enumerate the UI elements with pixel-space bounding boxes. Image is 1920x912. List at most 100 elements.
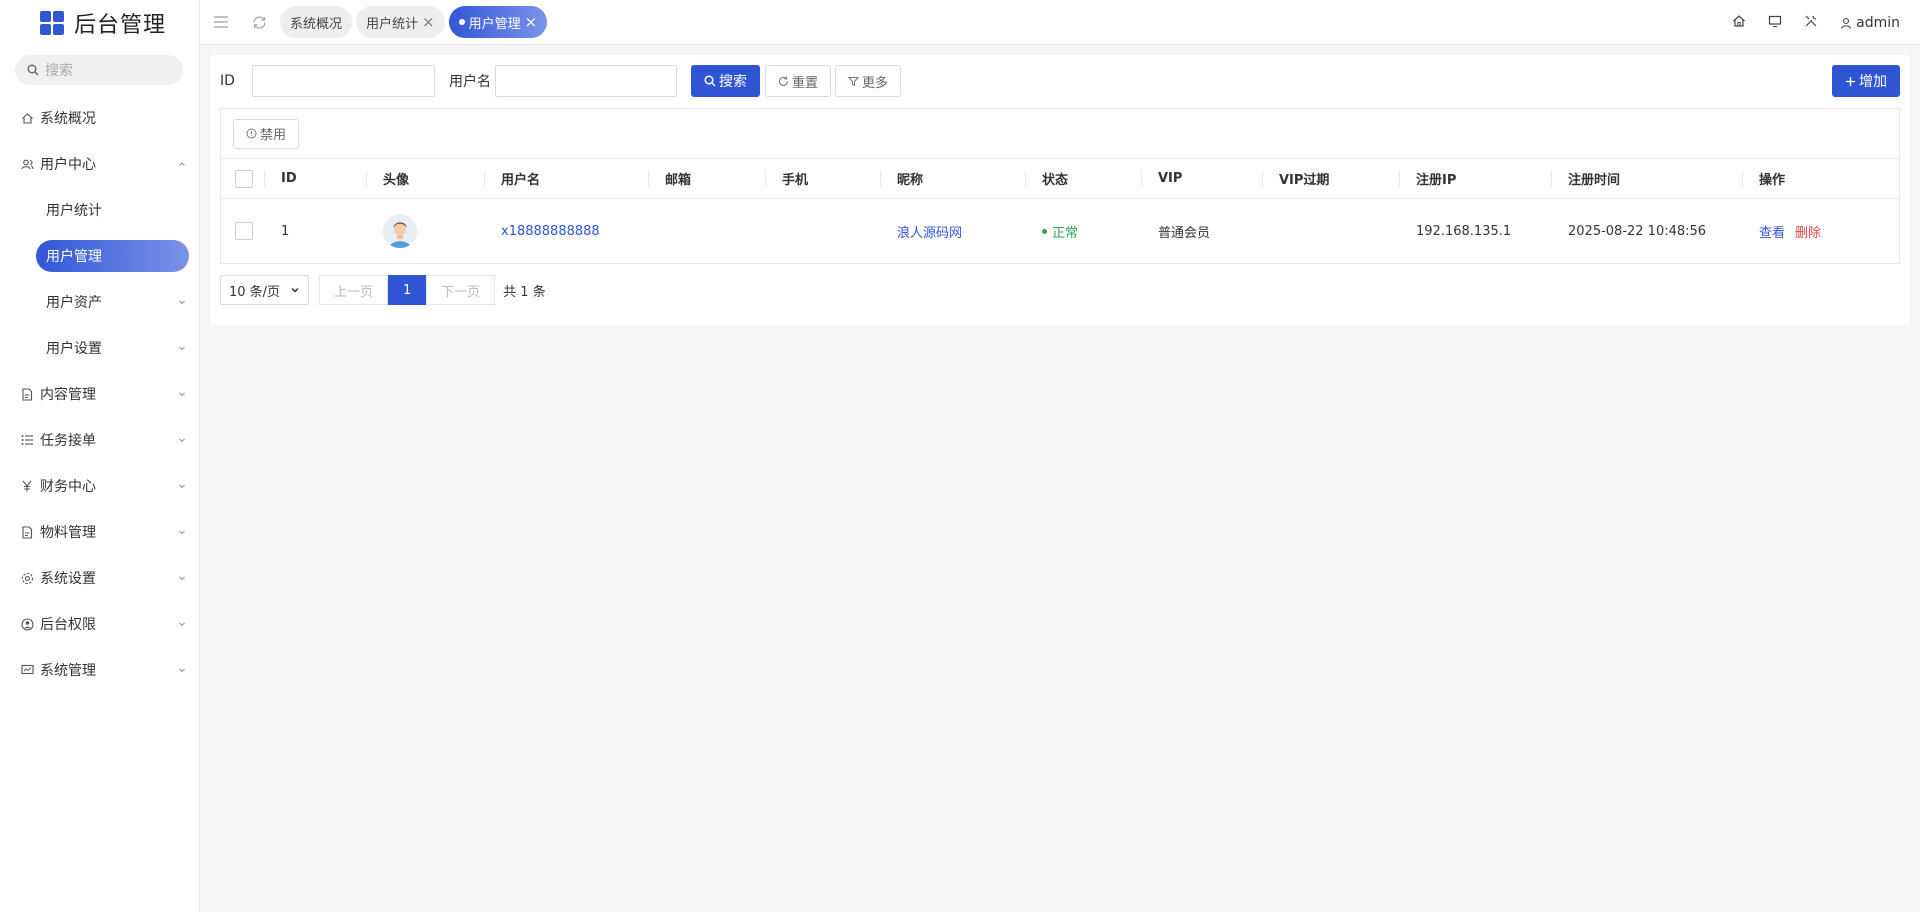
tab-user-stats[interactable]: 用户统计 × xyxy=(356,6,445,38)
sidebar-item-overview[interactable]: 系统概况 xyxy=(0,95,199,141)
top-right-actions: admin xyxy=(1732,0,1900,45)
more-filters-button[interactable]: 更多 xyxy=(835,65,902,97)
user-circle-icon xyxy=(20,617,34,631)
page-number-current[interactable]: 1 xyxy=(388,275,427,305)
gear-icon xyxy=(20,571,34,585)
yen-icon xyxy=(20,479,34,493)
sidebar-item-label: 系统设置 xyxy=(40,571,96,587)
pagination: 10 条/页 上一页 1 下一页 共 1 条 xyxy=(220,275,546,305)
sidebar-item-system-management[interactable]: 系统管理 xyxy=(0,647,199,693)
column-header[interactable]: ID xyxy=(265,159,367,198)
id-label: ID xyxy=(220,73,235,89)
sidebar-item-label: 用户资产 xyxy=(46,295,102,311)
tab-label: 用户统计 xyxy=(366,16,419,32)
reset-button-label: 重置 xyxy=(792,75,819,91)
prev-page-button[interactable]: 上一页 xyxy=(319,275,389,305)
disable-button[interactable]: 禁用 xyxy=(233,118,300,149)
search-icon xyxy=(704,75,716,87)
sidebar-item-label: 用户中心 xyxy=(40,157,96,173)
tab-overview[interactable]: 系统概况 xyxy=(280,6,353,38)
app-title: 后台管理 xyxy=(74,12,167,38)
chevron-down-icon xyxy=(179,346,185,351)
user-menu[interactable]: admin xyxy=(1840,15,1900,31)
total-count: 共 1 条 xyxy=(503,284,546,300)
chevron-down-icon xyxy=(291,287,299,293)
chevron-down-icon xyxy=(179,576,185,581)
column-header[interactable]: VIP xyxy=(1142,159,1263,198)
cell-username[interactable]: x18888888888 xyxy=(485,199,649,263)
sidebar-item-label: 物料管理 xyxy=(40,525,96,541)
page-size-label: 10 条/页 xyxy=(229,284,281,300)
cell-reg-time: 2025-08-22 10:48:56 xyxy=(1568,223,1707,239)
sidebar-item-content[interactable]: 内容管理 xyxy=(0,371,199,417)
refresh-icon[interactable] xyxy=(250,13,268,31)
select-all-checkbox[interactable] xyxy=(235,169,253,188)
sidebar-item-permissions[interactable]: 后台权限 xyxy=(0,601,199,647)
table-header: ID 头像 用户名 邮箱 手机 昵称 状态 VIP VIP过期 注册IP 注册时… xyxy=(221,159,1899,199)
home-icon[interactable] xyxy=(1732,14,1746,32)
sidebar-item-user-stats[interactable]: 用户统计 xyxy=(0,187,199,233)
sidebar-item-user-management[interactable]: 用户管理 xyxy=(0,233,199,279)
next-page-button[interactable]: 下一页 xyxy=(426,275,496,305)
cell-vip: 普通会员 xyxy=(1158,225,1211,241)
sidebar-item-system-settings[interactable]: 系统设置 xyxy=(0,555,199,601)
home-icon xyxy=(20,111,34,125)
chevron-down-icon xyxy=(179,530,185,535)
sidebar: 后台管理 搜索 系统概况 用户中心 用户统计 用户管理 用户资产 用户设置 内容… xyxy=(0,0,200,912)
dashboard-logo-icon xyxy=(40,10,64,35)
username-label: 用户名 xyxy=(449,74,491,90)
avatar[interactable] xyxy=(383,214,417,248)
add-button[interactable]: 增加 xyxy=(1832,65,1900,97)
column-header[interactable]: 邮箱 xyxy=(649,159,766,198)
sidebar-item-finance[interactable]: 财务中心 xyxy=(0,463,199,509)
tab-label: 用户管理 xyxy=(468,16,521,32)
view-button[interactable]: 查看 xyxy=(1759,222,1785,241)
column-header[interactable]: 注册时间 xyxy=(1552,159,1743,198)
username-label: admin xyxy=(1856,14,1900,31)
column-header[interactable]: 手机 xyxy=(766,159,881,198)
monitor-icon xyxy=(20,663,34,677)
username-input[interactable] xyxy=(495,65,677,97)
column-header[interactable]: 头像 xyxy=(367,159,485,198)
active-dot xyxy=(458,19,465,25)
cell-nickname[interactable]: 浪人源码网 xyxy=(881,199,1026,263)
close-icon[interactable]: × xyxy=(422,13,435,31)
reset-button[interactable]: 重置 xyxy=(765,65,832,97)
delete-button[interactable]: 删除 xyxy=(1795,222,1821,241)
menu-toggle-icon[interactable] xyxy=(212,13,230,31)
chevron-down-icon xyxy=(179,484,185,489)
sidebar-item-user-settings[interactable]: 用户设置 xyxy=(0,325,199,371)
sidebar-menu: 系统概况 用户中心 用户统计 用户管理 用户资产 用户设置 内容管理 任务接单 … xyxy=(0,95,199,693)
users-icon xyxy=(20,157,34,171)
sidebar-item-user-center[interactable]: 用户中心 xyxy=(0,141,199,187)
filter-icon xyxy=(848,76,860,86)
column-header[interactable]: 昵称 xyxy=(881,159,1026,198)
tab-user-management[interactable]: 用户管理 × xyxy=(448,6,548,38)
column-header[interactable]: 操作 xyxy=(1743,159,1899,198)
plus-icon xyxy=(1846,76,1855,86)
document-icon xyxy=(20,525,34,539)
cell-email xyxy=(649,199,766,263)
table-row[interactable]: 1 x18888888888 浪人源码网 正常 普通会员 192.168.135… xyxy=(221,199,1899,263)
sidebar-item-user-assets[interactable]: 用户资产 xyxy=(0,279,199,325)
page-size-select[interactable]: 10 条/页 xyxy=(220,275,310,305)
search-button[interactable]: 搜索 xyxy=(691,65,760,97)
id-input[interactable] xyxy=(252,65,435,97)
tools-icon[interactable] xyxy=(1804,14,1818,32)
monitor-icon[interactable] xyxy=(1768,14,1782,32)
cell-vip-expire xyxy=(1263,199,1400,263)
logo[interactable]: 后台管理 xyxy=(0,0,199,45)
sidebar-item-materials[interactable]: 物料管理 xyxy=(0,509,199,555)
column-header[interactable]: 状态 xyxy=(1026,159,1142,198)
close-icon[interactable]: × xyxy=(525,13,538,31)
column-header[interactable]: 用户名 xyxy=(485,159,649,198)
column-header[interactable]: VIP过期 xyxy=(1263,159,1400,198)
sidebar-search-placeholder: 搜索 xyxy=(45,63,73,79)
main-card: ID 用户名 搜索 重置 更多 增加 禁用 ID 头像 用户名 邮箱 手机 昵称… xyxy=(210,55,1910,325)
row-checkbox[interactable] xyxy=(235,222,253,240)
sidebar-item-tasks[interactable]: 任务接单 xyxy=(0,417,199,463)
status-badge: 正常 xyxy=(1042,222,1078,241)
sidebar-search-input[interactable]: 搜索 xyxy=(15,55,183,85)
column-header[interactable]: 注册IP xyxy=(1400,159,1552,198)
cell-phone xyxy=(766,199,881,263)
